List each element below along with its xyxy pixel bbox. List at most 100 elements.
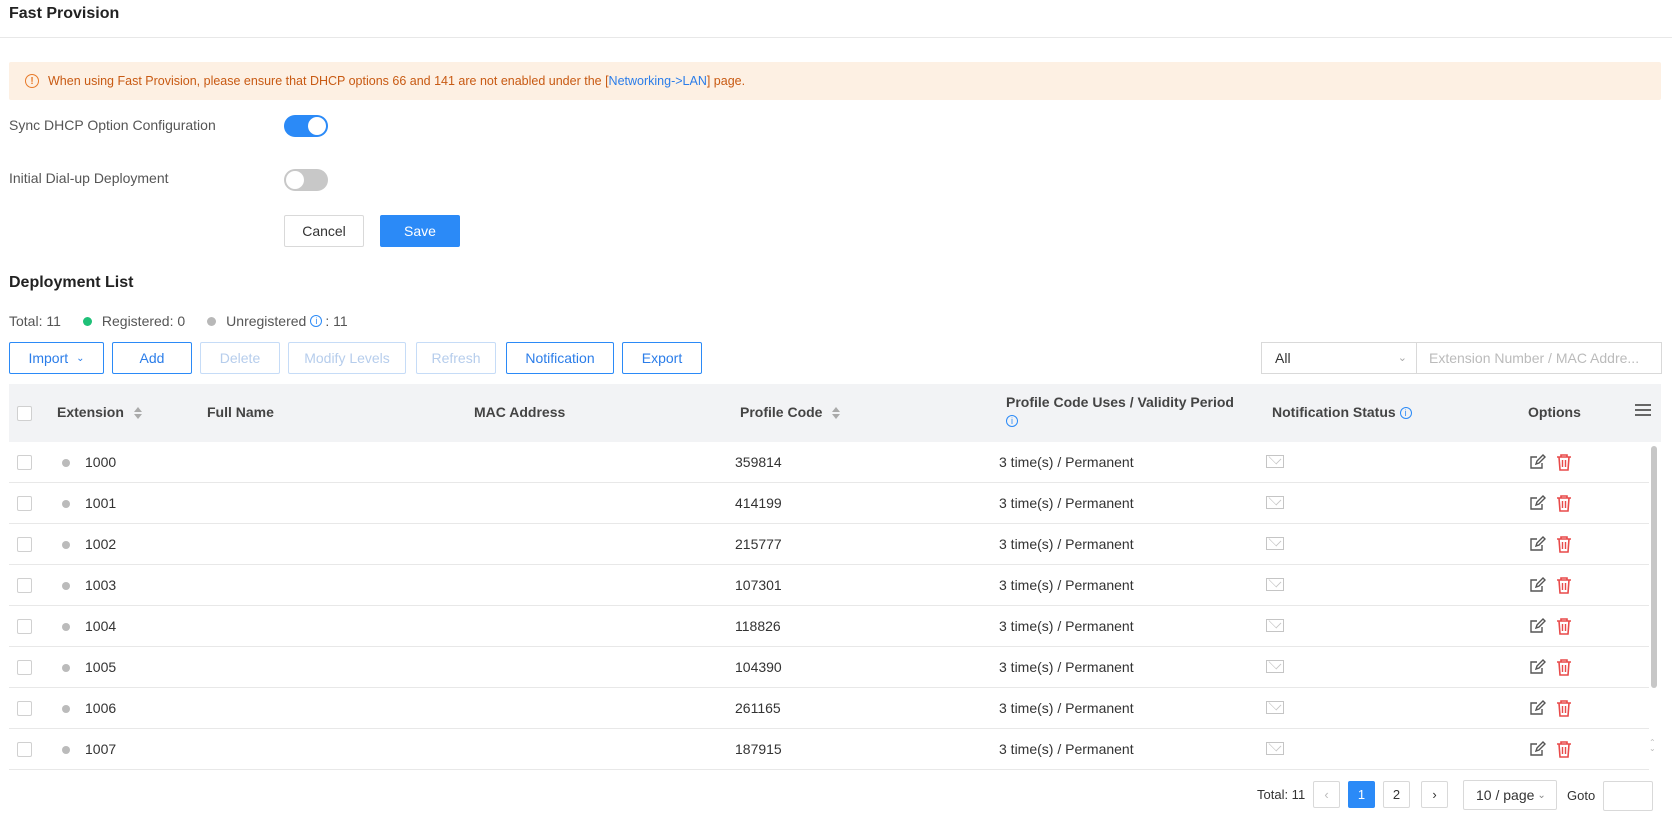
row-checkbox[interactable]: [17, 537, 32, 552]
profile-uses-cell: 3 time(s) / Permanent: [999, 454, 1134, 470]
profile-code-header[interactable]: Profile Code: [740, 404, 841, 420]
table-row: 1001 414199 3 time(s) / Permanent: [9, 483, 1649, 524]
extension-cell: 1003: [85, 577, 117, 593]
extension-cell: 1006: [85, 700, 117, 716]
edit-icon[interactable]: [1528, 494, 1546, 515]
mail-icon: [1266, 701, 1284, 714]
mail-icon: [1266, 578, 1284, 591]
notification-status-header: Notification Status i: [1272, 404, 1412, 420]
row-checkbox[interactable]: [17, 619, 32, 634]
deployment-stats: Total: 11 Registered: 0 Unregistered i :…: [9, 313, 348, 329]
sync-dhcp-toggle[interactable]: [284, 115, 328, 137]
edit-icon[interactable]: [1528, 576, 1546, 597]
import-button[interactable]: Import ⌄: [9, 342, 104, 374]
goto-label: Goto: [1567, 788, 1596, 803]
table-row: 1003 107301 3 time(s) / Permanent: [9, 565, 1649, 606]
extension-cell: 1005: [85, 659, 117, 675]
notification-status-header-label: Notification Status: [1272, 404, 1396, 420]
table-row: 1007 187915 3 time(s) / Permanent: [9, 729, 1649, 770]
alert-text-before: When using Fast Provision, please ensure…: [48, 74, 609, 88]
full-name-header: Full Name: [207, 404, 274, 420]
modify-levels-button[interactable]: Modify Levels: [288, 342, 406, 374]
page-button-1[interactable]: 1: [1348, 781, 1375, 808]
extension-cell: 1004: [85, 618, 117, 634]
sync-dhcp-label: Sync DHCP Option Configuration: [9, 117, 216, 133]
delete-icon[interactable]: [1556, 535, 1572, 556]
edit-icon[interactable]: [1528, 453, 1546, 474]
page-header: Fast Provision: [0, 0, 1672, 38]
info-icon[interactable]: i: [310, 315, 323, 327]
filter-select[interactable]: All ⌄: [1261, 342, 1417, 374]
extension-header[interactable]: Extension: [57, 404, 142, 420]
mail-icon: [1266, 496, 1284, 509]
profile-uses-cell: 3 time(s) / Permanent: [999, 495, 1134, 511]
row-checkbox[interactable]: [17, 742, 32, 757]
row-checkbox[interactable]: [17, 701, 32, 716]
edit-icon[interactable]: [1528, 699, 1546, 720]
page-button-2[interactable]: 2: [1383, 781, 1410, 808]
cancel-button[interactable]: Cancel: [284, 215, 364, 247]
delete-icon[interactable]: [1556, 453, 1572, 474]
edit-icon[interactable]: [1528, 617, 1546, 638]
extension-cell: 1001: [85, 495, 117, 511]
column-menu-icon[interactable]: [1635, 404, 1651, 419]
alert-text-after: ] page.: [706, 74, 746, 88]
import-label: Import: [28, 350, 69, 366]
info-icon[interactable]: i: [1006, 415, 1018, 428]
select-all-checkbox[interactable]: [17, 406, 32, 421]
scroll-down-icon[interactable]: ⌃ ⌄: [1649, 739, 1656, 753]
search-input[interactable]: [1416, 342, 1662, 374]
row-checkbox[interactable]: [17, 455, 32, 470]
export-button[interactable]: Export: [622, 342, 702, 374]
extension-cell: 1000: [85, 454, 117, 470]
warning-icon: !: [25, 74, 39, 88]
row-checkbox[interactable]: [17, 496, 32, 511]
chevron-down-icon: ⌄: [76, 352, 85, 364]
refresh-button[interactable]: Refresh: [416, 342, 496, 374]
delete-icon[interactable]: [1556, 494, 1572, 515]
registration-status-dot: [62, 664, 70, 672]
delete-button[interactable]: Delete: [200, 342, 280, 374]
next-page-button[interactable]: ›: [1421, 781, 1448, 808]
goto-page-input[interactable]: [1603, 781, 1653, 811]
extension-cell: 1002: [85, 536, 117, 552]
profile-code-cell: 414199: [735, 495, 782, 511]
registration-status-dot: [62, 500, 70, 508]
edit-icon[interactable]: [1528, 740, 1546, 761]
edit-icon[interactable]: [1528, 658, 1546, 679]
profile-uses-header-label: Profile Code Uses / Validity Period: [1006, 394, 1234, 410]
networking-lan-link[interactable]: Networking->LAN: [609, 74, 707, 88]
add-button[interactable]: Add: [112, 342, 192, 374]
table-scrollbar[interactable]: [1651, 446, 1657, 688]
prev-page-button[interactable]: ‹: [1313, 781, 1340, 808]
profile-code-cell: 215777: [735, 536, 782, 552]
delete-icon[interactable]: [1556, 617, 1572, 638]
initial-dialup-toggle[interactable]: [284, 169, 328, 191]
unregistered-label: Unregistered: [226, 313, 307, 329]
page-size-select[interactable]: 10 / page ⌄: [1463, 780, 1557, 810]
mail-icon: [1266, 619, 1284, 632]
edit-icon[interactable]: [1528, 535, 1546, 556]
table-header: Extension Full Name MAC Address Profile …: [9, 384, 1661, 442]
registered-count: Registered: 0: [101, 313, 186, 329]
profile-uses-cell: 3 time(s) / Permanent: [999, 536, 1134, 552]
page-title: Fast Provision: [9, 5, 120, 22]
notification-button[interactable]: Notification: [506, 342, 614, 374]
row-checkbox[interactable]: [17, 578, 32, 593]
row-checkbox[interactable]: [17, 660, 32, 675]
delete-icon[interactable]: [1556, 658, 1572, 679]
delete-icon[interactable]: [1556, 576, 1572, 597]
profile-code-cell: 118826: [735, 618, 781, 634]
profile-uses-cell: 3 time(s) / Permanent: [999, 618, 1134, 634]
save-button[interactable]: Save: [380, 215, 460, 247]
delete-icon[interactable]: [1556, 699, 1572, 720]
unregistered-dot: [207, 316, 217, 326]
options-header: Options: [1528, 404, 1581, 420]
extension-cell: 1007: [85, 741, 117, 757]
table-row: 1000 359814 3 time(s) / Permanent: [9, 442, 1649, 483]
info-icon[interactable]: i: [1399, 407, 1412, 420]
pagination-total: Total: 11: [1257, 786, 1306, 802]
unregistered-count: : 11: [325, 313, 348, 329]
table-row: 1006 261165 3 time(s) / Permanent: [9, 688, 1649, 729]
delete-icon[interactable]: [1556, 740, 1572, 761]
